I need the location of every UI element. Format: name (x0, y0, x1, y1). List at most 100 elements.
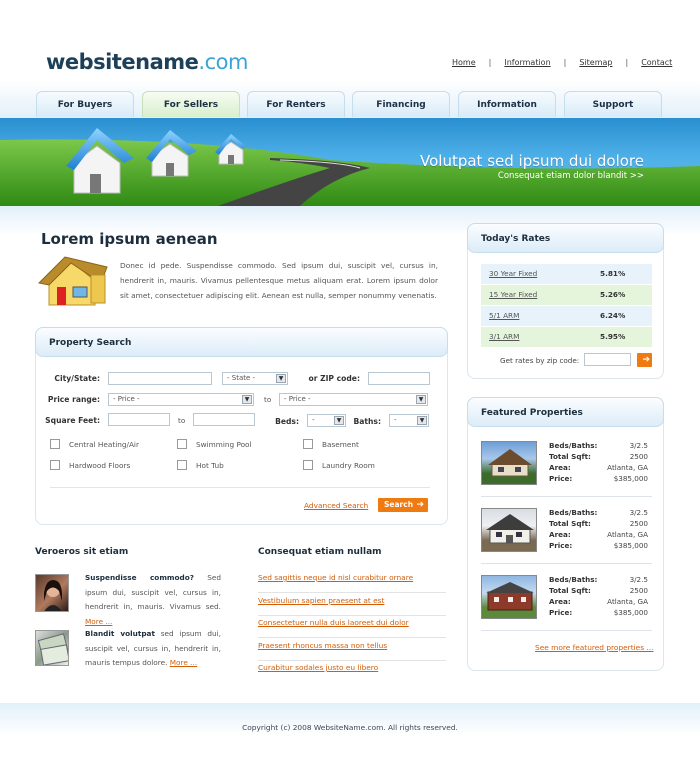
beds-value: - (312, 416, 315, 424)
sqft-from-input[interactable] (108, 413, 170, 426)
price-to-select[interactable]: - Price - ▼ (279, 393, 428, 406)
rate-name[interactable]: 3/1 ARM (489, 327, 519, 347)
news-link[interactable]: Vestibulum sapien praesent at est (258, 594, 446, 616)
top-links: Home | Information | Sitemap | Contact (452, 58, 672, 67)
rate-name[interactable]: 5/1 ARM (489, 306, 519, 326)
news-link[interactable]: Consectetuer nulla duis laoreet dui dolo… (258, 616, 446, 638)
to-label: to (178, 416, 186, 425)
chevron-down-icon: ▼ (417, 416, 427, 425)
tab-financing[interactable]: Financing (352, 91, 450, 117)
section-heading: Consequat etiam nullam (258, 547, 382, 557)
area-label: Area: (549, 597, 571, 606)
copyright: Copyright (c) 2008 WebsiteName.com. All … (242, 723, 458, 732)
separator: | (488, 58, 492, 67)
list-item: Suspendisse commodo? Sed ipsum dui, susc… (85, 571, 221, 629)
checkbox-hot-tub[interactable] (177, 460, 187, 470)
more-link[interactable]: More ... (170, 658, 197, 667)
state-select[interactable]: - State - ▼ (222, 372, 288, 385)
separator: | (563, 58, 567, 67)
news-link[interactable]: Curabitur sodales justo eu libero (258, 661, 446, 683)
property-card[interactable]: Beds/Baths: 3/2.5 Total Sqft: 2500 Area: At… (481, 441, 652, 501)
checkbox-swimming-pool[interactable] (177, 439, 187, 449)
rates-zip-input[interactable] (584, 353, 631, 366)
news-link[interactable]: Sed sagittis neque id nisl curabitur orn… (258, 571, 446, 593)
baths-label: Baths: (353, 417, 381, 426)
area-label: Area: (549, 463, 571, 472)
square-feet-label: Square Feet: (45, 416, 100, 425)
rate-value: 5.95% (600, 332, 626, 341)
rate-name[interactable]: 30 Year Fixed (489, 264, 537, 284)
search-button-label: Search (384, 500, 414, 509)
sqft-value: 2500 (629, 519, 648, 528)
rate-name[interactable]: 15 Year Fixed (489, 285, 537, 305)
sqft-to-input[interactable] (193, 413, 255, 426)
divider (481, 563, 652, 564)
arrow-right-icon: ➔ (416, 500, 424, 510)
hero-banner: Volutpat sed ipsum dui dolore Consequat … (0, 118, 700, 206)
item-title: Suspendisse commodo? (85, 573, 195, 582)
price-value: $385,000 (613, 541, 648, 550)
divider (50, 487, 430, 488)
city-state-label: City/State: (54, 374, 100, 383)
search-button[interactable]: Search ➔ (378, 498, 428, 512)
logo-name: websitename (46, 50, 199, 74)
checkbox-basement[interactable] (303, 439, 313, 449)
property-card[interactable]: Beds/Baths: 3/2.5 Total Sqft: 2500 Area: At… (481, 575, 652, 635)
rate-row: 3/1 ARM 5.95% (481, 327, 652, 347)
beds-value: 3/2.5 (629, 508, 648, 517)
price-range-label: Price range: (47, 395, 100, 404)
banner-link[interactable]: Consequat etiam dolor blandit >> (498, 171, 644, 181)
divider (481, 496, 652, 497)
site-logo[interactable]: websitename.com (46, 50, 248, 74)
panel-title: Today's Rates (467, 223, 664, 253)
separator: | (625, 58, 629, 67)
property-photo (481, 575, 537, 619)
item-title: Blandit volutpat (85, 629, 155, 638)
house-icon (37, 256, 108, 306)
checkbox-label: Hot Tub (196, 461, 224, 470)
checkbox-laundry-room[interactable] (303, 460, 313, 470)
more-link[interactable]: More ... (85, 617, 112, 626)
toplink-home[interactable]: Home (452, 58, 476, 67)
toplink-contact[interactable]: Contact (641, 58, 672, 67)
tab-for-renters[interactable]: For Renters (247, 91, 345, 117)
beds-value: 3/2.5 (629, 441, 648, 450)
city-state-input[interactable] (108, 372, 212, 385)
price-label: Price: (549, 608, 573, 617)
price-label: Price: (549, 474, 573, 483)
price-value: $385,000 (613, 608, 648, 617)
chevron-down-icon: ▼ (276, 374, 286, 383)
tab-support[interactable]: Support (564, 91, 662, 117)
tab-for-sellers[interactable]: For Sellers (142, 91, 240, 117)
beds-select[interactable]: - ▼ (307, 414, 346, 427)
list-item: Blandit volutpat sed ipsum dui, suscipit… (85, 627, 221, 671)
banner-title: Volutpat sed ipsum dui dolore (420, 152, 644, 170)
price-label: Price: (549, 541, 573, 550)
chevron-down-icon: ▼ (416, 395, 426, 404)
price-from-select[interactable]: - Price - ▼ (108, 393, 254, 406)
beds-value: 3/2.5 (629, 575, 648, 584)
intro-text: Donec id pede. Suspendisse commodo. Sed … (120, 261, 438, 300)
checkbox-hardwood-floors[interactable] (50, 460, 60, 470)
toplink-sitemap[interactable]: Sitemap (579, 58, 612, 67)
tab-information[interactable]: Information (458, 91, 556, 117)
see-more-properties-link[interactable]: See more featured properties ... (535, 643, 653, 652)
baths-select[interactable]: - ▼ (389, 414, 429, 427)
news-link[interactable]: Praesent rhoncus massa non tellus (258, 639, 446, 661)
sqft-label: Total Sqft: (549, 519, 591, 528)
property-search-panel: Property Search (35, 327, 448, 525)
toplink-information[interactable]: Information (504, 58, 550, 67)
price-to-value: - Price - (284, 395, 311, 403)
rate-row: 30 Year Fixed 5.81% (481, 264, 652, 284)
tab-for-buyers[interactable]: For Buyers (36, 91, 134, 117)
advanced-search-link[interactable]: Advanced Search (304, 501, 368, 510)
rate-row: 15 Year Fixed 5.26% (481, 285, 652, 305)
rate-value: 5.81% (600, 269, 626, 278)
checkbox-central-heating[interactable] (50, 439, 60, 449)
state-value: - State - (227, 374, 256, 382)
zip-input[interactable] (368, 372, 430, 385)
sqft-label: Total Sqft: (549, 452, 591, 461)
property-card[interactable]: Beds/Baths: 3/2.5 Total Sqft: 2500 Area: At… (481, 508, 652, 568)
panel-title: Property Search (35, 327, 448, 357)
rates-go-button[interactable]: ➔ (637, 353, 652, 367)
